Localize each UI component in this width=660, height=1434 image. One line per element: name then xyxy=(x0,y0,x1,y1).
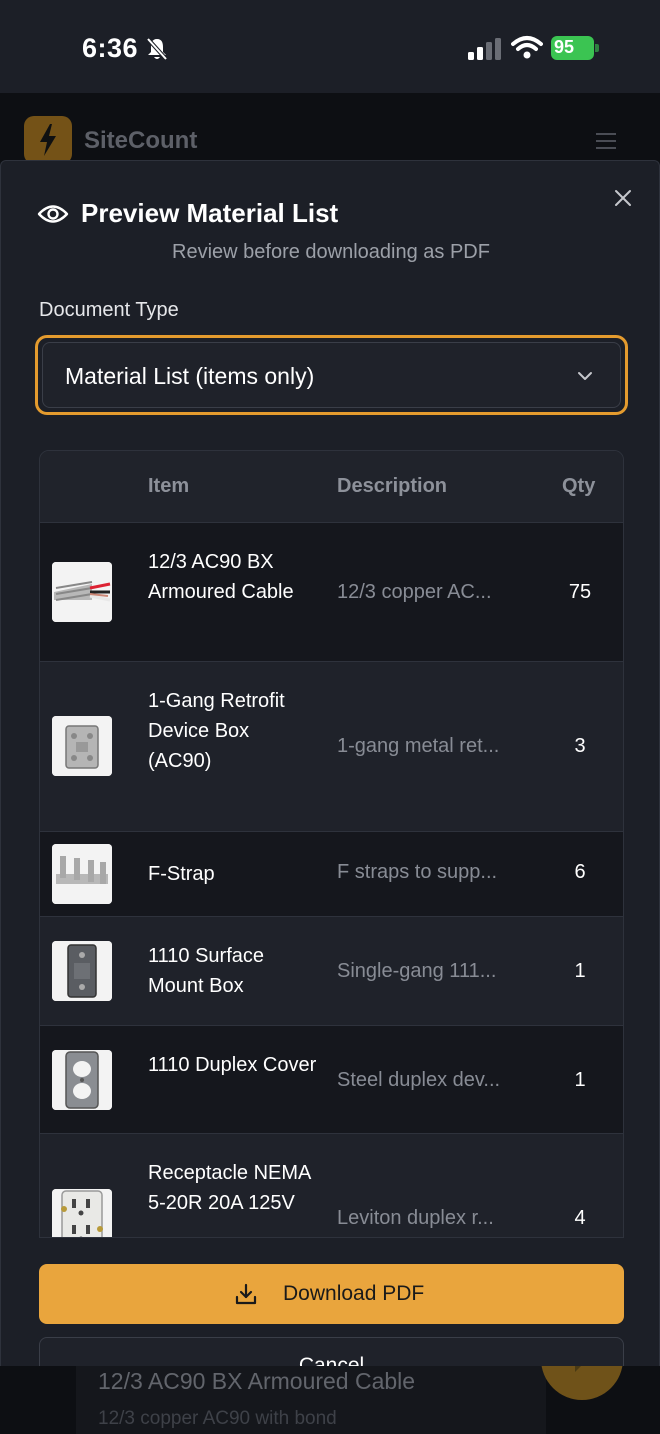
download-pdf-label: Download PDF xyxy=(283,1282,425,1305)
battery-charging-icon: 95 xyxy=(551,36,599,60)
item-description: 12/3 copper AC... xyxy=(337,581,492,603)
f-strap-thumbnail xyxy=(52,844,112,904)
item-qty: 6 xyxy=(574,861,586,883)
status-time: 6:36 xyxy=(82,33,139,63)
table-row[interactable]: Receptacle NEMA 5-20R 20A 125V Leviton d… xyxy=(40,1134,623,1237)
preview-modal: Preview Material List Review before down… xyxy=(0,160,660,1366)
duplex-cover-thumbnail xyxy=(52,1050,112,1110)
lightning-bolt-icon xyxy=(24,116,72,164)
material-table[interactable]: Item Description Qty 12/3 AC90 BX Armour… xyxy=(39,450,624,1238)
cancel-label: Cancel xyxy=(298,1354,365,1366)
table-row[interactable]: 1-Gang Retrofit Device Box (AC90) 1-gang… xyxy=(40,662,623,832)
item-qty: 1 xyxy=(574,960,586,982)
item-description: Leviton duplex r... xyxy=(337,1207,494,1229)
background-card-title: 12/3 AC90 BX Armoured Cable xyxy=(98,1368,416,1394)
download-pdf-button[interactable]: Download PDF xyxy=(39,1264,624,1324)
document-type-value: Material List (items only) xyxy=(65,363,315,389)
table-row[interactable]: 1110 Duplex Cover Steel duplex dev... 1 xyxy=(40,1026,623,1134)
item-name: F-Strap xyxy=(148,863,215,885)
document-type-select[interactable]: Material List (items only) xyxy=(35,335,628,415)
hamburger-menu-icon[interactable] xyxy=(596,133,616,149)
close-icon[interactable] xyxy=(610,185,636,211)
app-name: SiteCount xyxy=(84,127,198,154)
item-qty: 1 xyxy=(574,1069,586,1091)
surface-box-thumbnail xyxy=(52,941,112,1001)
item-name: Receptacle NEMA 5-20R 20A 125V xyxy=(148,1162,311,1214)
item-name: 1110 Duplex Cover xyxy=(148,1054,317,1076)
table-row[interactable]: F-Strap F straps to supp... 6 xyxy=(40,832,623,917)
item-description: 1-gang metal ret... xyxy=(337,735,500,757)
eye-icon xyxy=(37,205,69,223)
modal-title: Preview Material List xyxy=(81,198,339,228)
armoured-cable-thumbnail xyxy=(52,562,112,622)
signal-icon xyxy=(468,38,501,60)
header-qty: Qty xyxy=(562,475,596,497)
wifi-icon xyxy=(511,36,543,59)
cancel-button[interactable]: Cancel xyxy=(39,1337,624,1366)
item-name: 12/3 AC90 BX Armoured Cable xyxy=(148,551,294,603)
modal-subtitle: Review before downloading as PDF xyxy=(172,241,490,263)
status-bar: 6:36 95 xyxy=(0,0,660,93)
bell-slash-icon xyxy=(146,37,168,61)
item-qty: 3 xyxy=(574,735,586,757)
background-card-subtitle: 12/3 copper AC90 with bond xyxy=(98,1408,337,1429)
header-item: Item xyxy=(148,475,190,497)
item-description: F straps to supp... xyxy=(337,861,498,883)
chevron-down-icon xyxy=(578,372,592,380)
table-header: Item Description Qty xyxy=(40,451,623,523)
document-type-label: Document Type xyxy=(39,299,179,321)
receptacle-thumbnail xyxy=(52,1189,112,1237)
item-description: Single-gang 111... xyxy=(337,960,497,982)
table-row[interactable]: 12/3 AC90 BX Armoured Cable 12/3 copper … xyxy=(40,523,623,662)
item-qty: 4 xyxy=(574,1207,586,1229)
battery-percent: 95 xyxy=(554,37,575,57)
item-name: 1-Gang Retrofit Device Box (AC90) xyxy=(148,690,285,772)
download-icon xyxy=(235,1283,257,1305)
item-description: Steel duplex dev... xyxy=(337,1069,501,1091)
header-description: Description xyxy=(337,475,448,497)
device-box-thumbnail xyxy=(52,716,112,776)
item-name: 1110 Surface Mount Box xyxy=(148,945,265,997)
item-qty: 75 xyxy=(568,581,592,603)
table-row[interactable]: 1110 Surface Mount Box Single-gang 111..… xyxy=(40,917,623,1026)
